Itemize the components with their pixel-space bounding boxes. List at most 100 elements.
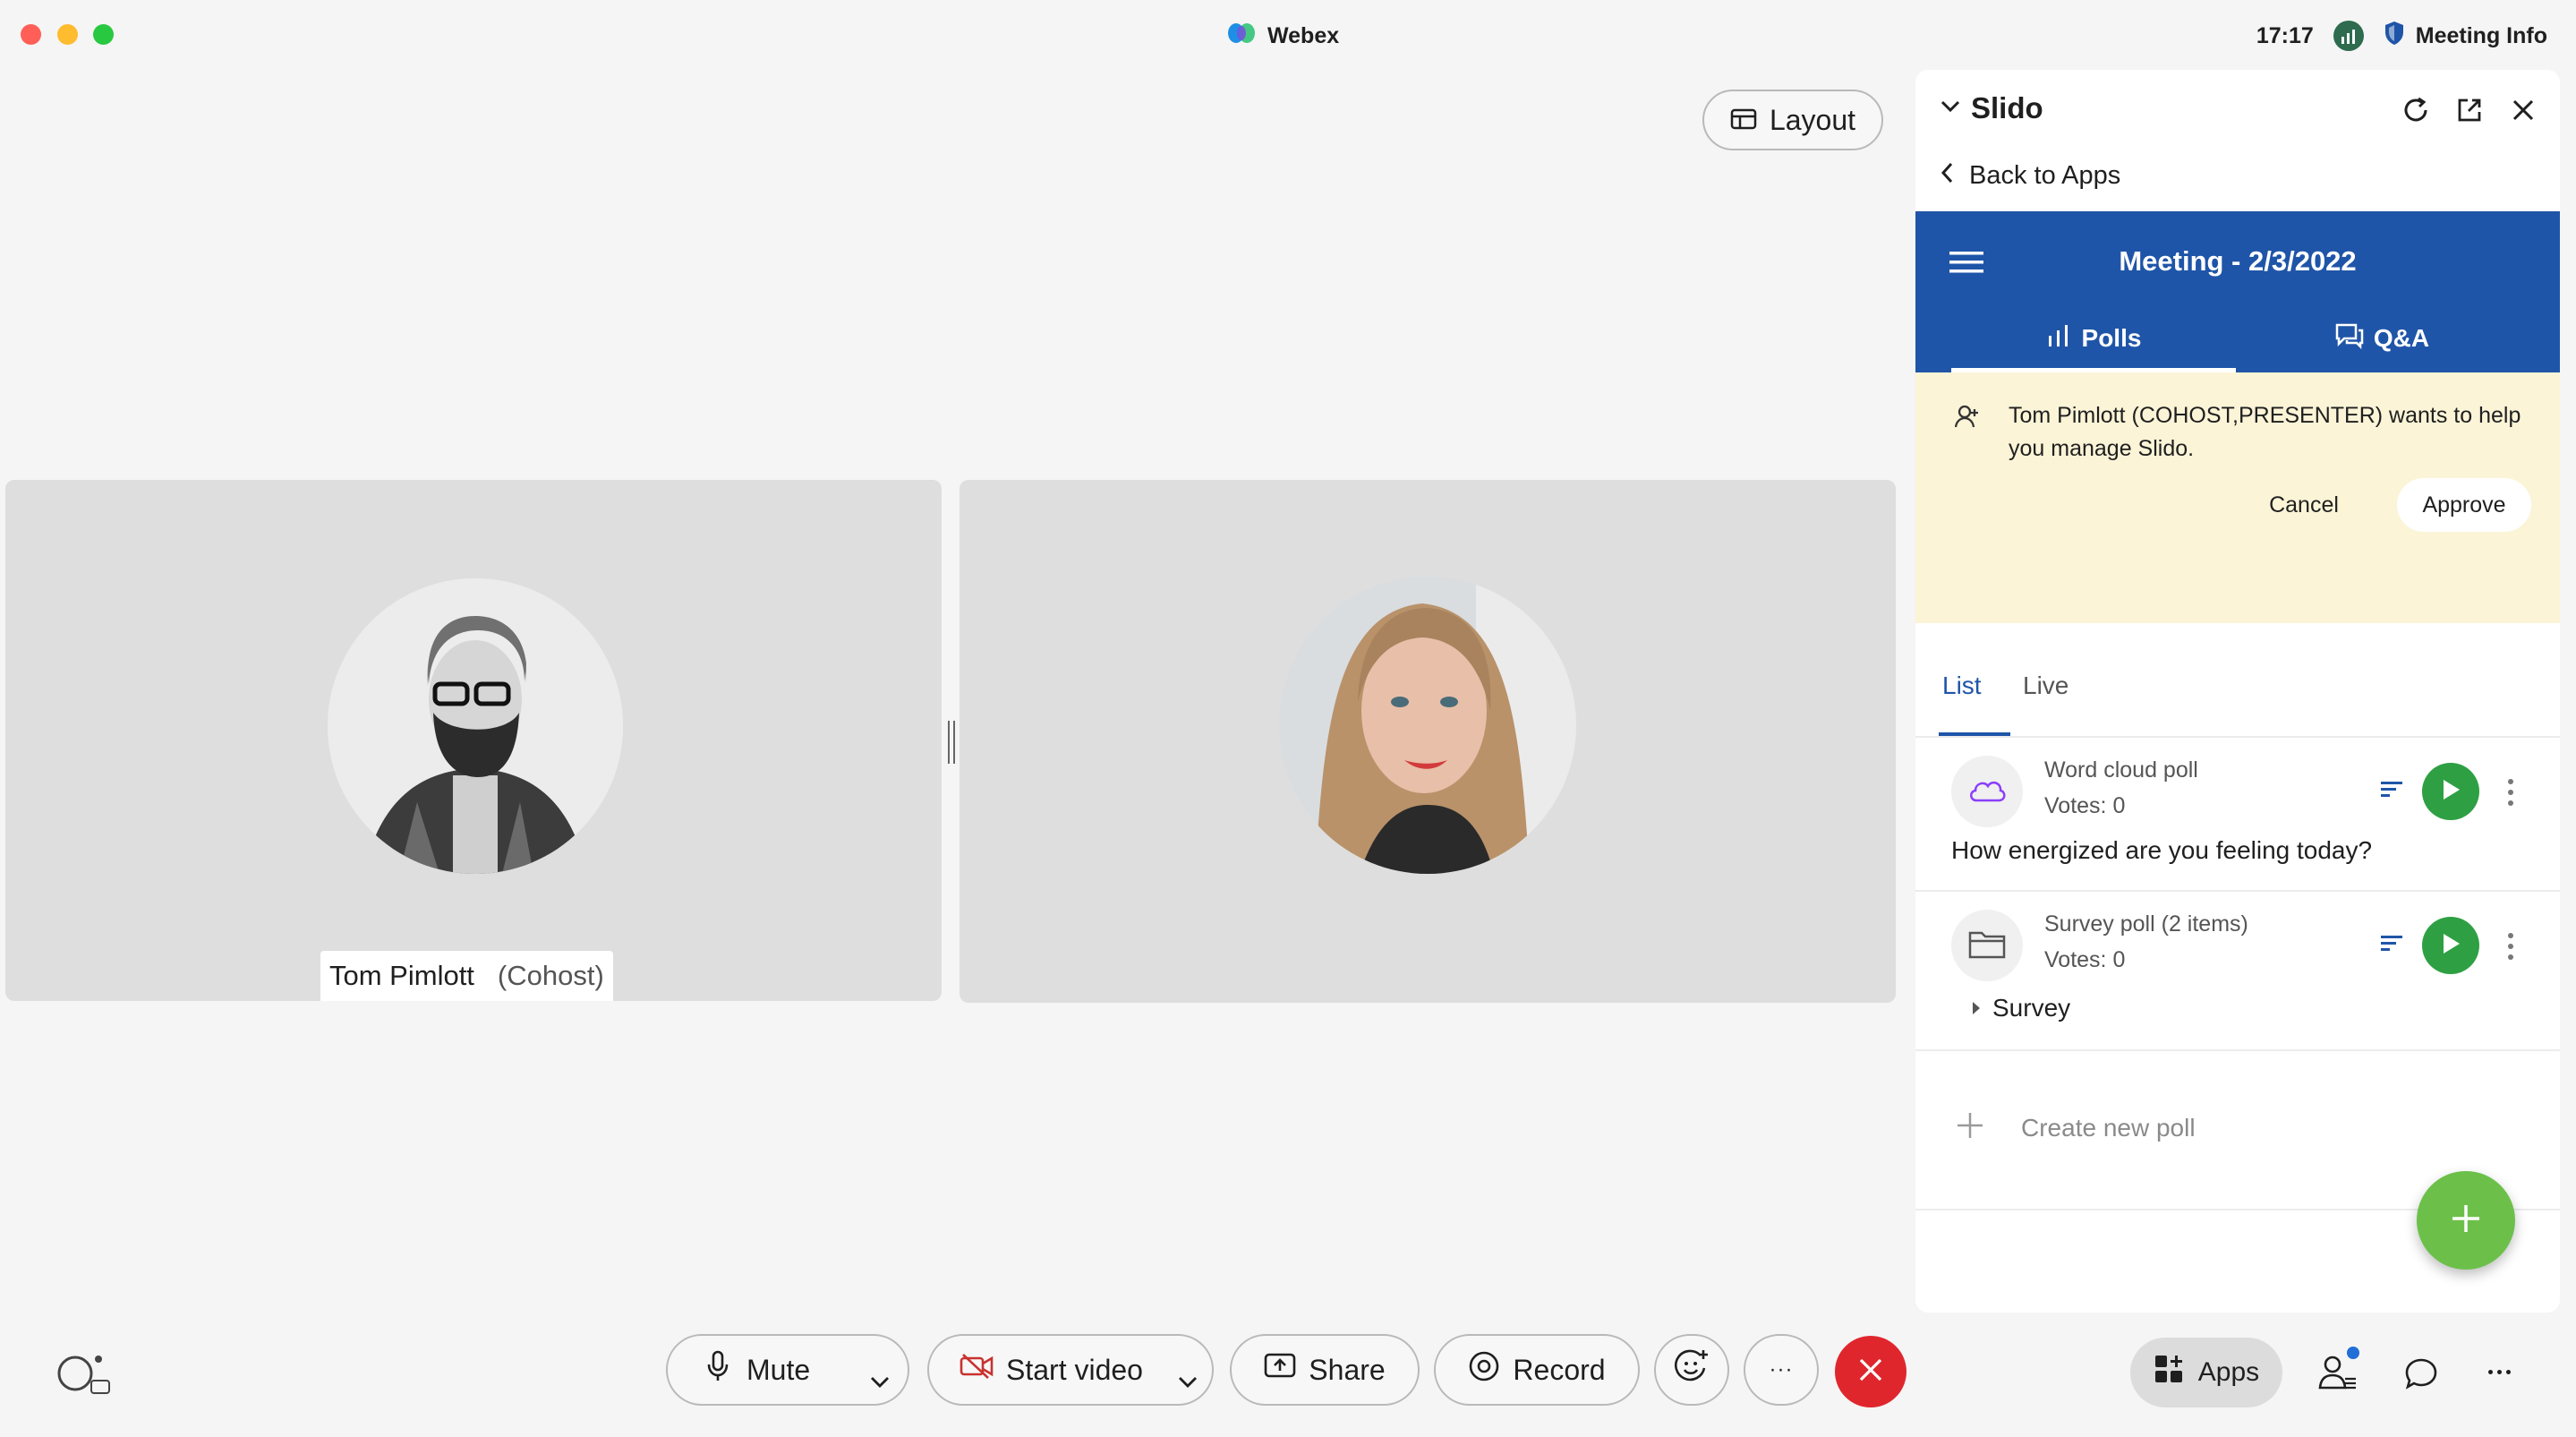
approve-label: Approve	[2422, 492, 2506, 517]
fab-add-button[interactable]	[2417, 1171, 2515, 1270]
poll-type-icon	[1951, 756, 2023, 827]
closed-captions-icon	[55, 1356, 113, 1402]
participant-tile-tom[interactable]: Tom Pimlott (Cohost)	[5, 480, 942, 1001]
tile-divider-handle[interactable]	[948, 721, 955, 764]
cancel-button[interactable]: Cancel	[2247, 478, 2361, 532]
webex-logo-icon	[1226, 21, 1257, 52]
popout-icon	[2456, 98, 2483, 127]
minimize-window-button[interactable]	[57, 24, 78, 45]
poll-votes: Votes: 0	[2044, 947, 2126, 972]
folder-icon	[1967, 928, 2007, 964]
poll-question: How energized are you feeling today?	[1951, 836, 2373, 864]
tab-polls-label: Polls	[2081, 324, 2142, 352]
sub-tab-list-label: List	[1942, 671, 1982, 699]
sub-tab-live-label: Live	[2023, 671, 2069, 699]
participant-role: (Cohost)	[497, 960, 604, 991]
activate-poll-button[interactable]	[2422, 917, 2479, 974]
reactions-button[interactable]	[1654, 1334, 1729, 1406]
tab-qa-label: Q&A	[2373, 324, 2430, 352]
video-off-icon	[960, 1353, 994, 1387]
cloud-icon	[1967, 776, 2007, 808]
poll-details-button[interactable]	[2381, 935, 2402, 955]
poll-type: Word cloud poll	[2044, 757, 2198, 783]
cohost-request-notice: Tom Pimlott (COHOST,PRESENTER) wants to …	[1915, 372, 2560, 623]
zoom-window-button[interactable]	[93, 24, 114, 45]
app-name: Webex	[1267, 22, 1340, 48]
captions-button[interactable]	[55, 1354, 113, 1403]
mute-label: Mute	[746, 1353, 811, 1386]
layout-icon	[1730, 104, 1757, 137]
refresh-button[interactable]	[2401, 95, 2431, 130]
meeting-info-label: Meeting Info	[2415, 22, 2547, 48]
activate-poll-button[interactable]	[2422, 763, 2479, 820]
poll-item[interactable]: Survey poll (2 items) Votes: 0 Survey	[1915, 892, 2560, 1051]
back-label: Back to Apps	[1969, 161, 2121, 190]
mute-button[interactable]: Mute	[666, 1334, 909, 1406]
slido-header: Meeting - 2/3/2022 Polls Q&A	[1915, 211, 2560, 372]
meeting-title: Meeting - 2/3/2022	[2119, 245, 2357, 277]
chat-bubbles-icon	[2334, 322, 2365, 355]
participants-button[interactable]	[2316, 1347, 2359, 1393]
window-title: Webex	[1226, 18, 1339, 54]
plus-icon	[1957, 1112, 1983, 1145]
notice-text: Tom Pimlott (COHOST,PRESENTER) wants to …	[2009, 403, 2521, 461]
participant-tile-self[interactable]	[960, 480, 1896, 1003]
chat-bubble-icon	[2404, 1358, 2438, 1393]
emoji-add-icon	[1674, 1348, 1710, 1391]
participant-avatar	[328, 578, 623, 874]
refresh-icon	[2401, 97, 2431, 129]
plus-icon	[2451, 1203, 2481, 1238]
popout-button[interactable]	[2456, 97, 2483, 128]
poll-item[interactable]: Word cloud poll Votes: 0 How energized a…	[1915, 738, 2560, 892]
slido-panel: Slido Back to Apps Meeting - 2/3/2022 Po…	[1915, 70, 2560, 1313]
start-video-button[interactable]: Start video	[927, 1334, 1214, 1406]
apps-button[interactable]: Apps	[2130, 1338, 2282, 1407]
sub-tab-list[interactable]: List	[1939, 654, 2010, 736]
survey-label: Survey	[1992, 994, 2071, 1022]
caret-right-icon	[1971, 994, 1982, 1022]
approve-button[interactable]: Approve	[2397, 478, 2531, 532]
share-screen-icon	[1264, 1353, 1296, 1387]
start-video-label: Start video	[1006, 1353, 1143, 1386]
back-to-apps-link[interactable]: Back to Apps	[1941, 161, 2120, 191]
chevron-down-icon[interactable]	[870, 1363, 890, 1396]
share-button[interactable]: Share	[1230, 1334, 1420, 1406]
more-options-button[interactable]: ···	[1744, 1334, 1819, 1406]
collapse-panel-button[interactable]	[1941, 100, 1960, 117]
chat-button[interactable]	[2404, 1357, 2438, 1394]
network-health-icon[interactable]	[2333, 21, 2364, 51]
tab-qa[interactable]: Q&A	[2239, 304, 2524, 372]
poll-details-button[interactable]	[2381, 781, 2402, 801]
poll-more-options-button[interactable]	[2506, 933, 2515, 960]
participant-avatar	[1279, 577, 1576, 874]
apps-label: Apps	[2197, 1357, 2260, 1387]
play-icon	[2440, 778, 2461, 806]
clock: 17:17	[2256, 22, 2314, 48]
layout-button[interactable]: Layout	[1702, 90, 1883, 150]
ellipsis-icon	[2488, 1370, 2511, 1374]
record-label: Record	[1513, 1353, 1606, 1386]
meeting-info-button[interactable]: Meeting Info	[2384, 21, 2547, 52]
chevron-down-icon[interactable]	[1178, 1363, 1198, 1396]
notification-dot	[2347, 1347, 2359, 1359]
chevron-left-icon	[1941, 161, 1953, 191]
poll-more-options-button[interactable]	[2506, 779, 2515, 806]
tab-polls[interactable]: Polls	[1951, 304, 2236, 372]
leave-meeting-button[interactable]	[1835, 1336, 1906, 1407]
participant-name: Tom Pimlott	[329, 960, 474, 991]
close-window-button[interactable]	[21, 24, 41, 45]
more-menu-button[interactable]	[2488, 1370, 2511, 1374]
sort-lines-icon	[2381, 936, 2402, 954]
poll-votes: Votes: 0	[2044, 793, 2126, 818]
sort-lines-icon	[2381, 782, 2402, 800]
play-icon	[2440, 932, 2461, 960]
record-button[interactable]: Record	[1434, 1334, 1640, 1406]
add-person-icon	[1954, 405, 1980, 432]
close-panel-button[interactable]	[2512, 98, 2535, 126]
sub-tab-live[interactable]: Live	[2023, 671, 2068, 700]
more-label: ···	[1769, 1357, 1794, 1381]
survey-expand-toggle[interactable]: Survey	[1971, 994, 2070, 1022]
participants-icon	[2316, 1356, 2358, 1397]
close-icon	[2512, 99, 2535, 125]
microphone-icon	[707, 1350, 729, 1390]
